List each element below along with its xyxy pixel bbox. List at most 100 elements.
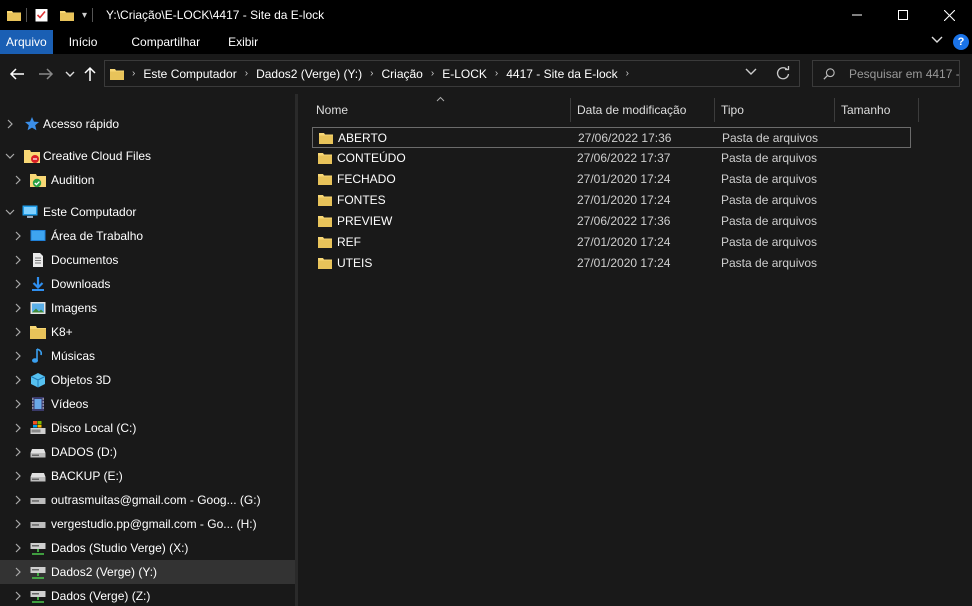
new-folder-icon[interactable]	[60, 10, 74, 21]
sidebar-item-creative-cloud-files[interactable]: Creative Cloud Files	[0, 144, 295, 168]
expand-arrow-icon[interactable]	[14, 303, 22, 313]
expand-arrow-icon[interactable]	[14, 567, 22, 577]
file-type: Pasta de arquivos	[721, 193, 818, 207]
sidebar-item-documentos[interactable]: Documentos	[0, 248, 295, 272]
expand-arrow-icon[interactable]	[14, 543, 22, 553]
file-row[interactable]: FONTES 27/01/2020 17:24 Pasta de arquivo…	[312, 190, 911, 211]
search-box[interactable]	[812, 60, 960, 87]
breadcrumb-item[interactable]: Dados2 (Verge) (Y:)	[256, 67, 362, 81]
forward-arrow-icon[interactable]	[38, 66, 54, 82]
sidebar-item-label: Audition	[51, 173, 95, 187]
network-drive-icon	[30, 543, 46, 555]
sidebar-item-k8[interactable]: K8+	[0, 320, 295, 344]
back-arrow-icon[interactable]	[9, 66, 25, 82]
maximize-icon	[898, 10, 908, 20]
up-arrow-icon[interactable]	[83, 66, 97, 82]
folder-icon[interactable]	[7, 10, 21, 21]
expand-arrow-icon[interactable]	[14, 279, 22, 289]
expand-arrow-icon[interactable]	[14, 351, 22, 361]
file-row[interactable]: CONTEÚDO 27/06/2022 17:37 Pasta de arqui…	[312, 148, 911, 169]
address-bar[interactable]: › Este Computador › Dados2 (Verge) (Y:) …	[104, 60, 800, 87]
sidebar-item-acesso-rapido[interactable]: Acesso rápido	[0, 112, 295, 136]
sidebar-item-audition[interactable]: Audition	[0, 168, 295, 192]
sidebar-item-videos[interactable]: Vídeos	[0, 392, 295, 416]
sidebar-item-google-drive-h[interactable]: vergestudio.pp@gmail.com - Go... (H:)	[0, 512, 295, 536]
sidebar-item-este-computador[interactable]: Este Computador	[0, 200, 295, 224]
search-input[interactable]	[849, 66, 959, 81]
quick-access-toolbar: ▾	[0, 0, 98, 30]
drive-icon	[30, 522, 46, 528]
sidebar-item-area-de-trabalho[interactable]: Área de Trabalho	[0, 224, 295, 248]
recent-locations-icon[interactable]	[65, 69, 75, 79]
file-row[interactable]: ABERTO 27/06/2022 17:36 Pasta de arquivo…	[312, 127, 911, 148]
sidebar-item-objetos-3d[interactable]: Objetos 3D	[0, 368, 295, 392]
sidebar-item-dados-d[interactable]: DADOS (D:)	[0, 440, 295, 464]
file-row[interactable]: PREVIEW 27/06/2022 17:36 Pasta de arquiv…	[312, 211, 911, 232]
sidebar-item-network-drive-y[interactable]: Dados2 (Verge) (Y:)	[0, 560, 295, 584]
expand-arrow-icon[interactable]	[14, 399, 22, 409]
tab-inicio[interactable]: Início	[59, 30, 108, 54]
column-header-size[interactable]: Tamanho	[841, 98, 890, 122]
expand-arrow-icon[interactable]	[14, 591, 22, 601]
expand-arrow-icon[interactable]	[14, 175, 22, 185]
expand-arrow-icon[interactable]	[14, 423, 22, 433]
column-divider[interactable]	[570, 98, 571, 122]
column-divider[interactable]	[834, 98, 835, 122]
expand-arrow-icon[interactable]	[14, 471, 22, 481]
tab-compartilhar[interactable]: Compartilhar	[121, 30, 210, 54]
breadcrumb-item[interactable]: E-LOCK	[442, 67, 487, 81]
collapse-arrow-icon[interactable]	[5, 208, 15, 216]
sidebar-item-label: vergestudio.pp@gmail.com - Go... (H:)	[51, 517, 257, 531]
collapse-arrow-icon[interactable]	[5, 152, 15, 160]
breadcrumb-chevron-icon[interactable]: ›	[370, 68, 373, 79]
breadcrumb-chevron-icon[interactable]: ›	[431, 68, 434, 79]
properties-icon[interactable]	[35, 8, 48, 22]
expand-arrow-icon[interactable]	[14, 519, 22, 529]
expand-arrow-icon[interactable]	[14, 375, 22, 385]
help-icon[interactable]: ?	[953, 34, 969, 50]
refresh-icon[interactable]	[775, 65, 791, 81]
sidebar-item-backup-e[interactable]: BACKUP (E:)	[0, 464, 295, 488]
tab-exibir[interactable]: Exibir	[218, 30, 268, 54]
sidebar-item-downloads[interactable]: Downloads	[0, 272, 295, 296]
expand-arrow-icon[interactable]	[14, 327, 22, 337]
breadcrumb-chevron-icon[interactable]: ›	[132, 68, 135, 79]
minimize-button[interactable]	[834, 0, 880, 30]
customize-toolbar-icon[interactable]: ▾	[82, 10, 87, 21]
expand-ribbon-icon[interactable]	[931, 35, 943, 45]
file-row[interactable]: UTEIS 27/01/2020 17:24 Pasta de arquivos	[312, 253, 911, 274]
sidebar-item-network-drive-z[interactable]: Dados (Verge) (Z:)	[0, 584, 295, 606]
tab-arquivo[interactable]: Arquivo	[0, 30, 53, 54]
column-header-name[interactable]: Nome	[316, 98, 348, 122]
expand-arrow-icon[interactable]	[6, 119, 14, 129]
navigation-pane[interactable]: Acesso rápido Creative Cloud Files Audit…	[0, 94, 295, 606]
column-header-modified[interactable]: Data de modificação	[577, 98, 686, 122]
file-list[interactable]: Nome Data de modificação Tipo Tamanho AB…	[298, 94, 972, 606]
sidebar-item-google-drive-g[interactable]: outrasmuitas@gmail.com - Goog... (G:)	[0, 488, 295, 512]
star-icon	[25, 117, 39, 131]
column-header-type[interactable]: Tipo	[721, 98, 744, 122]
close-button[interactable]	[926, 0, 972, 30]
file-row[interactable]: REF 27/01/2020 17:24 Pasta de arquivos	[312, 232, 911, 253]
sidebar-item-musicas[interactable]: Músicas	[0, 344, 295, 368]
breadcrumb-item[interactable]: Este Computador	[143, 67, 236, 81]
breadcrumb-chevron-icon[interactable]: ›	[626, 68, 629, 79]
expand-arrow-icon[interactable]	[14, 231, 22, 241]
address-history-icon[interactable]	[745, 67, 757, 77]
expand-arrow-icon[interactable]	[14, 495, 22, 505]
file-type: Pasta de arquivos	[721, 235, 818, 249]
breadcrumb-item[interactable]: 4417 - Site da E-lock	[506, 67, 617, 81]
file-row[interactable]: FECHADO 27/01/2020 17:24 Pasta de arquiv…	[312, 169, 911, 190]
maximize-button[interactable]	[880, 0, 926, 30]
column-divider[interactable]	[918, 98, 919, 122]
breadcrumb-chevron-icon[interactable]: ›	[245, 68, 248, 79]
expand-arrow-icon[interactable]	[14, 255, 22, 265]
breadcrumb-item[interactable]: Criação	[381, 67, 422, 81]
sidebar-item-disco-local-c[interactable]: Disco Local (C:)	[0, 416, 295, 440]
drive-icon	[30, 498, 46, 504]
sidebar-item-imagens[interactable]: Imagens	[0, 296, 295, 320]
expand-arrow-icon[interactable]	[14, 447, 22, 457]
column-divider[interactable]	[714, 98, 715, 122]
sidebar-item-network-drive-x[interactable]: Dados (Studio Verge) (X:)	[0, 536, 295, 560]
breadcrumb-chevron-icon[interactable]: ›	[495, 68, 498, 79]
